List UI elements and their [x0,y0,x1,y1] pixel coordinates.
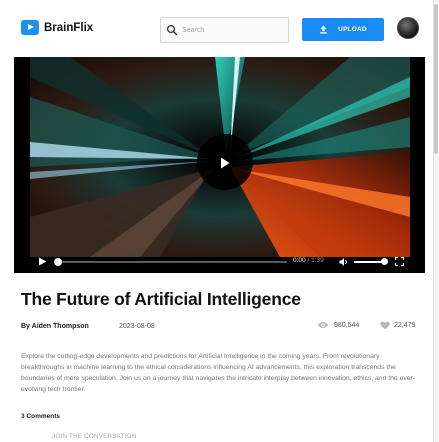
search-box[interactable] [160,17,289,43]
volume-track[interactable] [354,261,384,263]
video-description: Explore the cutting-edge developments an… [21,353,416,393]
likes-stat[interactable]: 22,479 [380,321,415,330]
brand-name: BrainFlix [44,21,94,34]
fullscreen-icon[interactable] [395,257,404,266]
search-icon [166,24,178,36]
avatar[interactable] [397,17,419,39]
scrollbar-thumb[interactable] [434,4,438,154]
volume-icon[interactable] [339,257,349,267]
brainflix-logo-icon [21,20,39,35]
volume-knob[interactable] [381,258,388,265]
site-header: BrainFlix UPLOAD [0,0,439,57]
views-count: 980,544 [334,321,360,329]
duration: 1:39 [311,257,324,264]
eye-icon [317,322,329,328]
video-player[interactable] [14,57,425,273]
progress-track[interactable] [58,261,287,263]
search-input[interactable] [182,26,282,34]
video-title: The Future of Artificial Intelligence [21,289,301,309]
video-date: 2023-08-08 [119,323,155,330]
likes-count: 22,479 [394,322,416,329]
player-controls: 0:00 / 1:39 [14,252,425,272]
video-author: By Aiden Thompson [21,323,89,330]
time-display: 0:00 / 1:39 [293,257,324,264]
heart-icon[interactable] [380,321,390,330]
upload-button[interactable]: UPLOAD [302,18,384,41]
views-stat: 980,544 [317,321,359,329]
current-time: 0:00 [293,257,306,264]
join-conversation-label: JOIN THE CONVERSATION [52,433,137,440]
upload-icon [320,25,327,34]
brand-logo[interactable]: BrainFlix [21,20,93,35]
progress-knob[interactable] [54,258,62,266]
comments-count: 3 Comments [21,413,61,420]
play-overlay-icon[interactable] [214,153,234,173]
upload-button-label: UPLOAD [338,26,367,33]
play-icon[interactable] [38,257,47,266]
